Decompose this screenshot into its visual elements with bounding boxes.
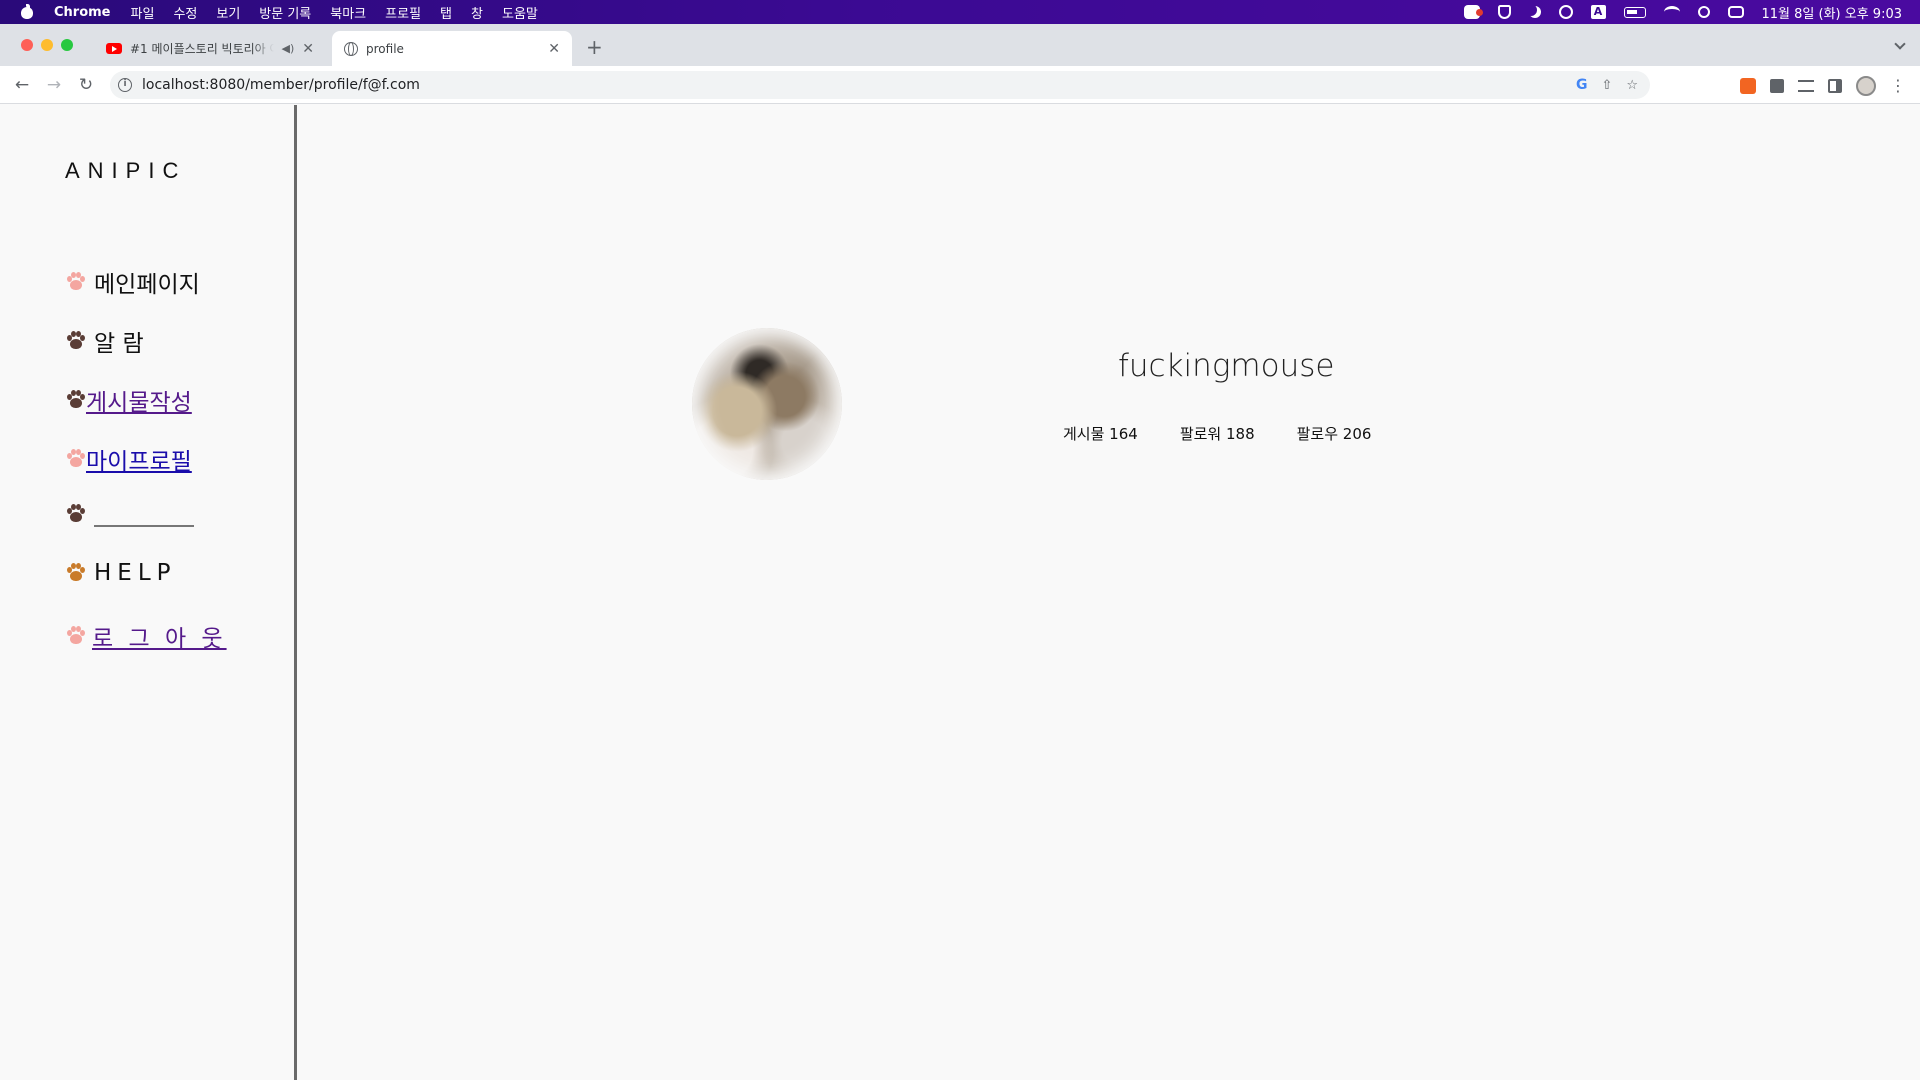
tab-search-chevron-icon[interactable] bbox=[1894, 38, 1906, 50]
macos-menu-bar: Chrome 파일 수정 보기 방문 기록 북마크 프로필 탭 창 도움말 A … bbox=[0, 0, 1920, 24]
following-count[interactable]: 팔로우 206 bbox=[1297, 423, 1372, 444]
apple-icon[interactable] bbox=[20, 4, 34, 20]
reading-list-icon[interactable] bbox=[1798, 80, 1814, 92]
window-zoom-button[interactable] bbox=[61, 39, 73, 51]
share-icon[interactable]: ⇧ bbox=[1601, 78, 1612, 93]
paw-icon bbox=[66, 449, 86, 469]
forward-button[interactable]: → bbox=[44, 75, 64, 95]
profile-avatar-icon[interactable] bbox=[1856, 76, 1876, 96]
globe-icon bbox=[344, 41, 358, 56]
bookmark-star-icon[interactable]: ☆ bbox=[1626, 78, 1638, 93]
menu-edit[interactable]: 수정 bbox=[173, 3, 197, 22]
sidebar: ANIPIC 메인페이지 알 람 게시물작성 마이프로필 HELP 로 그 아 … bbox=[0, 105, 297, 1080]
site-logo[interactable]: ANIPIC bbox=[65, 158, 186, 184]
battery-icon[interactable] bbox=[1623, 6, 1646, 18]
wifi-icon[interactable] bbox=[1663, 6, 1680, 18]
window-minimize-button[interactable] bbox=[41, 39, 53, 51]
tab-profile[interactable]: profile ✕ bbox=[332, 31, 572, 66]
sidebar-item-label[interactable]: 알 람 bbox=[94, 324, 144, 358]
menu-history[interactable]: 방문 기록 bbox=[259, 3, 311, 22]
tab-close-icon[interactable]: ✕ bbox=[548, 41, 560, 57]
profile-stats: 게시물 164 팔로워 188 팔로우 206 bbox=[1063, 423, 1371, 444]
menu-clock[interactable]: 11월 8일 (화) 오후 9:03 bbox=[1762, 3, 1902, 22]
sidebar-item-label[interactable]: HELP bbox=[94, 560, 177, 586]
control-center-icon[interactable] bbox=[1727, 6, 1744, 18]
profile-avatar[interactable] bbox=[692, 328, 842, 480]
tab-title: profile bbox=[366, 41, 404, 56]
window-close-button[interactable] bbox=[21, 39, 33, 51]
menu-window[interactable]: 창 bbox=[471, 3, 483, 22]
address-bar[interactable]: i localhost:8080/member/profile/f@f.com … bbox=[110, 71, 1650, 99]
new-tab-button[interactable]: + bbox=[586, 37, 603, 57]
tab-close-icon[interactable]: ✕ bbox=[302, 41, 314, 57]
posts-count[interactable]: 게시물 164 bbox=[1063, 423, 1138, 444]
sidebar-item-my-profile[interactable]: 마이프로필 bbox=[66, 442, 192, 476]
paw-icon bbox=[66, 331, 86, 351]
back-button[interactable]: ← bbox=[12, 75, 32, 95]
sidebar-item-label[interactable]: 메인페이지 bbox=[94, 265, 200, 299]
sidebar-item-alarm[interactable]: 알 람 bbox=[66, 324, 144, 358]
write-post-link[interactable]: 게시물작성 bbox=[86, 383, 192, 417]
paw-icon bbox=[66, 563, 86, 583]
speaker-icon[interactable]: ◀) bbox=[282, 42, 295, 55]
page-content: ANIPIC 메인페이지 알 람 게시물작성 마이프로필 HELP 로 그 아 … bbox=[0, 105, 1920, 1080]
paw-icon bbox=[66, 626, 86, 646]
menu-help[interactable]: 도움말 bbox=[502, 3, 538, 22]
tab-strip: #1 메이플스토리 빅토리아 아일랜 ◀) ✕ profile ✕ + bbox=[0, 24, 1920, 66]
sidebar-item-logout[interactable]: 로 그 아 웃 bbox=[66, 619, 227, 653]
play-icon[interactable] bbox=[1558, 5, 1573, 19]
followers-count[interactable]: 팔로워 188 bbox=[1180, 423, 1255, 444]
sidebar-item-search[interactable] bbox=[66, 501, 194, 527]
screen-record-icon[interactable] bbox=[1463, 5, 1483, 19]
shield-icon[interactable] bbox=[1497, 5, 1511, 19]
more-menu-icon[interactable]: ⋮ bbox=[1890, 78, 1906, 94]
reload-button[interactable]: ↻ bbox=[76, 75, 96, 95]
spotlight-search-icon[interactable] bbox=[1697, 6, 1710, 18]
paw-icon bbox=[66, 272, 86, 292]
menu-bookmarks[interactable]: 북마크 bbox=[330, 3, 366, 22]
side-panel-icon[interactable] bbox=[1828, 79, 1842, 93]
youtube-icon bbox=[106, 43, 122, 54]
menu-app-name[interactable]: Chrome bbox=[54, 5, 111, 20]
extensions-puzzle-icon[interactable] bbox=[1770, 79, 1784, 93]
site-info-icon[interactable]: i bbox=[118, 78, 132, 92]
paw-icon bbox=[66, 390, 86, 410]
browser-toolbar: ← → ↻ i localhost:8080/member/profile/f@… bbox=[0, 66, 1920, 104]
sidebar-item-main[interactable]: 메인페이지 bbox=[66, 265, 200, 299]
menu-tab[interactable]: 탭 bbox=[440, 3, 452, 22]
google-translate-icon[interactable]: G bbox=[1576, 77, 1588, 93]
sidebar-item-help[interactable]: HELP bbox=[66, 560, 177, 586]
my-profile-link[interactable]: 마이프로필 bbox=[86, 442, 192, 476]
extension-icon[interactable] bbox=[1740, 78, 1756, 94]
sidebar-search-input[interactable] bbox=[94, 501, 194, 527]
menu-view[interactable]: 보기 bbox=[216, 3, 240, 22]
logout-link[interactable]: 로 그 아 웃 bbox=[92, 619, 227, 653]
sidebar-item-write-post[interactable]: 게시물작성 bbox=[66, 383, 192, 417]
menu-file[interactable]: 파일 bbox=[131, 3, 155, 22]
tab-title: #1 메이플스토리 빅토리아 아일랜 bbox=[130, 42, 274, 56]
input-source-icon[interactable]: A bbox=[1590, 5, 1606, 19]
moon-icon[interactable] bbox=[1529, 6, 1541, 18]
menu-profiles[interactable]: 프로필 bbox=[385, 3, 421, 22]
tab-youtube[interactable]: #1 메이플스토리 빅토리아 아일랜 ◀) ✕ bbox=[94, 31, 326, 66]
paw-icon bbox=[66, 504, 86, 524]
url-text[interactable]: localhost:8080/member/profile/f@f.com bbox=[142, 77, 420, 93]
profile-username: fuckingmouse bbox=[1118, 348, 1335, 384]
